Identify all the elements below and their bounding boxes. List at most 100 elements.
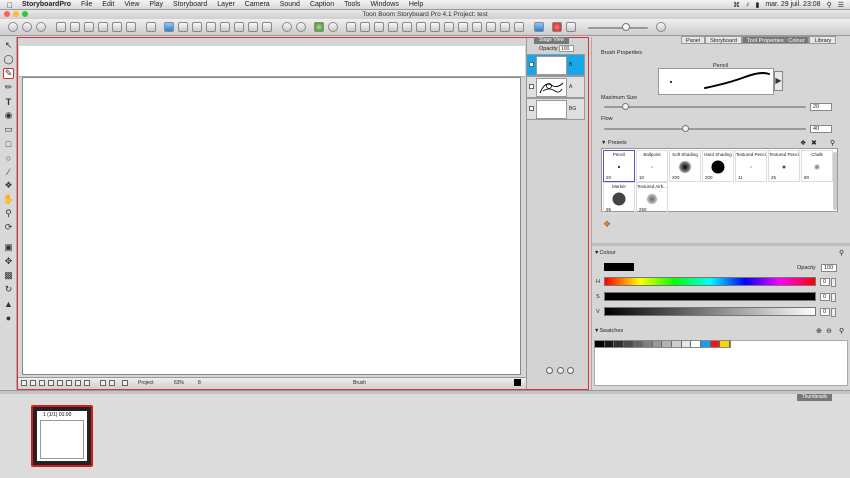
layer-row[interactable]: BG xyxy=(526,98,585,120)
new-panel-icon[interactable] xyxy=(146,22,156,32)
preset-delete-icon[interactable]: ✖ xyxy=(811,139,817,147)
hue-slider[interactable] xyxy=(604,277,816,286)
layer-visibility-checkbox[interactable] xyxy=(529,62,534,67)
tab-panel[interactable]: Panel xyxy=(681,36,706,44)
menu-edit[interactable]: Edit xyxy=(97,1,119,8)
line-tool-icon[interactable]: ∕ xyxy=(3,166,14,177)
swatch-chip[interactable] xyxy=(681,341,692,347)
layer-move-icon[interactable]: ✥ xyxy=(3,256,14,267)
saturation-spinner[interactable] xyxy=(831,293,836,302)
tab-library[interactable]: Library xyxy=(809,36,837,44)
delete-layer-icon[interactable] xyxy=(556,367,564,374)
keyframe-icon[interactable] xyxy=(388,22,398,32)
dropper-tool-icon[interactable]: ❖ xyxy=(3,180,14,191)
close-window-icon[interactable] xyxy=(4,11,10,17)
project-view-selector[interactable]: Project xyxy=(138,380,154,386)
preset-marker[interactable]: Marker 95 xyxy=(603,182,635,214)
menu-caption[interactable]: Caption xyxy=(305,1,339,8)
print-icon[interactable] xyxy=(514,22,524,32)
menu-clock[interactable]: mar. 29 juil. 23:08 xyxy=(765,1,820,8)
help-icon[interactable] xyxy=(328,22,338,32)
menu-camera[interactable]: Camera xyxy=(240,1,275,8)
swatch-chip[interactable] xyxy=(691,341,702,347)
tab-tool-properties-colour[interactable]: Tool Properties : Colour xyxy=(741,36,810,44)
play-icon[interactable] xyxy=(282,22,292,32)
colour-opacity-field[interactable]: 100 xyxy=(821,264,837,272)
swatches-header[interactable]: ▼Swatches xyxy=(594,328,623,334)
swatch-chip[interactable] xyxy=(701,341,711,347)
saturation-field[interactable]: 0 xyxy=(820,293,830,301)
redo-icon[interactable] xyxy=(126,22,136,32)
value-spinner[interactable] xyxy=(831,308,836,317)
panel-split-icon[interactable] xyxy=(416,22,426,32)
preset-hard-shading[interactable]: Hard Shading 200 xyxy=(702,150,734,182)
pencil-tool-icon[interactable]: ✏ xyxy=(3,82,14,93)
sound-icon[interactable] xyxy=(472,22,482,32)
layer-lock-icon[interactable]: ▲ xyxy=(3,298,14,309)
wifi-icon[interactable]: ⌘ xyxy=(733,1,740,9)
preset-textured-airbrush[interactable]: Textured Airb... 250 xyxy=(636,182,668,214)
flow-slider[interactable] xyxy=(604,128,806,130)
light-table-icon[interactable] xyxy=(39,380,45,386)
frame-number[interactable]: 8 xyxy=(198,380,201,386)
value-field[interactable]: 0 xyxy=(820,308,830,316)
export-icon[interactable] xyxy=(486,22,496,32)
copy-icon[interactable] xyxy=(70,22,80,32)
swatch-add-icon[interactable]: ⊕ xyxy=(816,327,822,335)
layer-row[interactable]: B xyxy=(526,54,585,76)
battery-icon[interactable]: ▮ xyxy=(755,1,759,9)
layer-transform-icon[interactable]: ▣ xyxy=(3,242,14,253)
panel-splitter[interactable] xyxy=(592,243,850,246)
tab-thumbnails[interactable]: Thumbnails xyxy=(797,394,832,401)
add-layer-icon[interactable] xyxy=(178,22,188,32)
field-guide-icon[interactable] xyxy=(48,380,54,386)
swatch-chip[interactable] xyxy=(643,341,653,347)
preset-ballpoint[interactable]: Ballpoint 10 xyxy=(636,150,668,182)
camera-mask-icon[interactable] xyxy=(122,380,128,386)
select-tool-icon[interactable]: ↖ xyxy=(3,40,14,51)
zoom-tool-icon[interactable]: ⚲ xyxy=(3,208,14,219)
colour-header[interactable]: ▼Colour xyxy=(594,250,616,256)
stage-top-area[interactable] xyxy=(19,46,525,77)
preset-soft-shading[interactable]: Soft Shading 200 xyxy=(669,150,701,182)
preset-add-icon[interactable]: ❖ xyxy=(800,139,806,147)
save-icon[interactable] xyxy=(36,22,46,32)
swatch-chip[interactable] xyxy=(623,341,634,347)
brush-menu-arrow-icon[interactable]: ▶ xyxy=(774,71,783,91)
scene-new-icon[interactable] xyxy=(444,22,454,32)
swatch-chip[interactable] xyxy=(614,341,624,347)
maximum-size-knob[interactable] xyxy=(622,103,629,110)
workspace-icon[interactable] xyxy=(534,22,544,32)
current-colour-preview[interactable] xyxy=(604,263,634,271)
menu-layer[interactable]: Layer xyxy=(212,1,240,8)
caption-icon[interactable] xyxy=(458,22,468,32)
swatch-chip[interactable] xyxy=(720,341,730,347)
grid-icon[interactable] xyxy=(360,22,370,32)
menu-play[interactable]: Play xyxy=(144,1,168,8)
preset-textured-pencil-1[interactable]: Textured Penci... 11 xyxy=(735,150,767,182)
current-colour-swatch[interactable] xyxy=(514,379,521,386)
layer-opacity-field[interactable]: 100 xyxy=(559,45,574,52)
new-project-icon[interactable] xyxy=(8,22,18,32)
text-tool-icon[interactable]: T xyxy=(3,96,14,107)
transition-icon[interactable] xyxy=(402,22,412,32)
swatch-options-icon[interactable]: ⚲ xyxy=(839,327,844,335)
panel-join-icon[interactable] xyxy=(430,22,440,32)
minimize-window-icon[interactable] xyxy=(13,11,19,17)
delete-icon[interactable] xyxy=(98,22,108,32)
stage-canvas[interactable] xyxy=(22,77,521,375)
layer-rotate-icon[interactable]: ↻ xyxy=(3,284,14,295)
ellipse-tool-icon[interactable]: ○ xyxy=(3,152,14,163)
grid-toggle-icon[interactable] xyxy=(21,380,27,386)
duplicate-layer-icon[interactable] xyxy=(220,22,230,32)
camera-tool-icon[interactable]: ◯ xyxy=(3,54,14,65)
preview-icon[interactable] xyxy=(66,380,72,386)
record-icon[interactable] xyxy=(552,22,562,32)
onion-toggle-icon[interactable] xyxy=(57,380,63,386)
import-icon[interactable] xyxy=(500,22,510,32)
undo-icon[interactable] xyxy=(112,22,122,32)
preset-textured-pencil-2[interactable]: Textured Penci... 25 xyxy=(768,150,800,182)
layer-visibility-checkbox[interactable] xyxy=(529,84,534,89)
menu-storyboard[interactable]: Storyboard xyxy=(168,1,212,8)
flip-vertical-icon[interactable] xyxy=(84,380,90,386)
